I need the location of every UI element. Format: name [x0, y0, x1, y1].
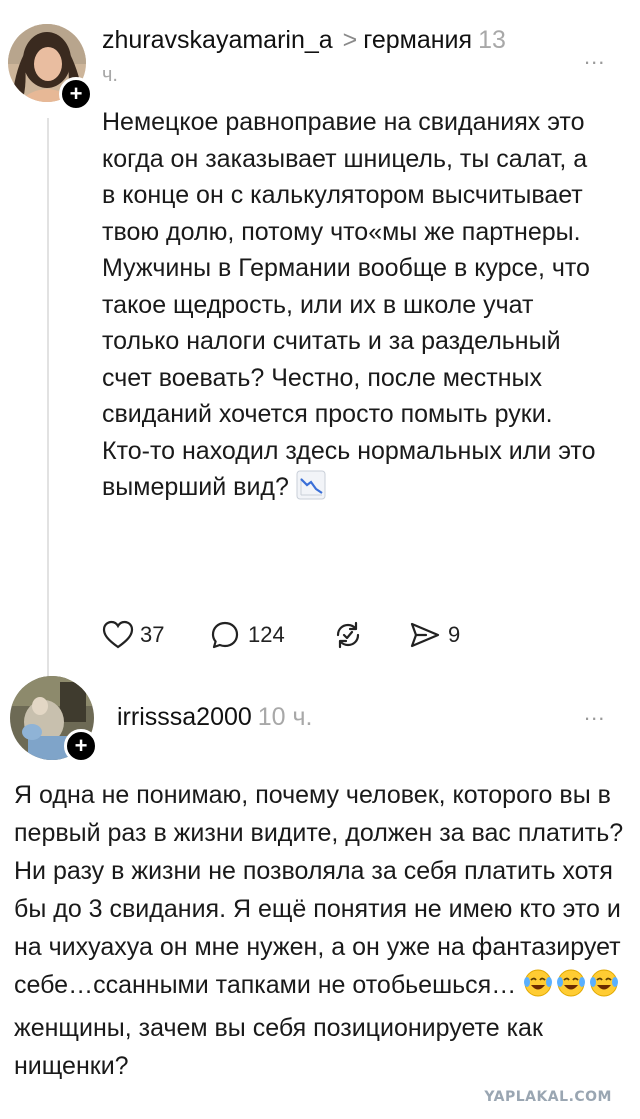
username[interactable]: irrisssa2000 — [117, 703, 252, 731]
post-paragraph-1: Немецкое равноправие на свиданиях это ко… — [102, 108, 588, 246]
post-time-unit: ч. — [102, 64, 118, 86]
chevron-right-icon: > — [342, 26, 358, 54]
post-header: irrisssa2000 10 ч. — [117, 703, 313, 732]
post-paragraph: Я одна не понимаю, почему человек, котор… — [14, 781, 624, 1080]
repost-button[interactable] — [332, 620, 408, 650]
post-time-number: 13 — [478, 26, 506, 54]
follow-plus-icon[interactable]: + — [64, 729, 98, 763]
share-count: 9 — [448, 622, 461, 647]
heart-icon — [102, 620, 134, 649]
post-time: 10 ч. — [257, 703, 313, 731]
post-body: Немецкое равноправие на свиданиях это ко… — [102, 104, 602, 511]
comment-count: 124 — [248, 622, 285, 647]
topic-link[interactable]: германия — [363, 26, 472, 54]
repost-icon — [336, 621, 360, 649]
speech-bubble-icon — [211, 621, 239, 649]
username[interactable]: zhuravskayamarin_a — [102, 26, 333, 54]
post-header: zhuravskayamarin_a > германия 13 — [102, 26, 506, 55]
comment-button[interactable]: 124 — [210, 620, 332, 650]
chart-decreasing-icon — [296, 470, 326, 511]
tears-of-joy-icon — [523, 968, 619, 1009]
like-button[interactable]: 37 — [102, 620, 210, 650]
like-count: 37 — [140, 622, 165, 647]
post-actions: 37 124 9 — [102, 615, 460, 655]
more-options-button[interactable]: ... — [584, 44, 605, 70]
follow-plus-icon[interactable]: + — [59, 77, 93, 111]
post-body: Я одна не понимаю, почему человек, котор… — [14, 776, 626, 1085]
more-options-button[interactable]: ... — [584, 700, 605, 726]
send-icon — [410, 622, 440, 648]
thread-line — [47, 118, 49, 678]
share-button[interactable]: 9 — [408, 620, 460, 650]
watermark: YAPLAKAL.COM — [484, 1089, 612, 1105]
post-paragraph-2: Мужчины в Германии вообще в курсе, что т… — [102, 250, 602, 511]
